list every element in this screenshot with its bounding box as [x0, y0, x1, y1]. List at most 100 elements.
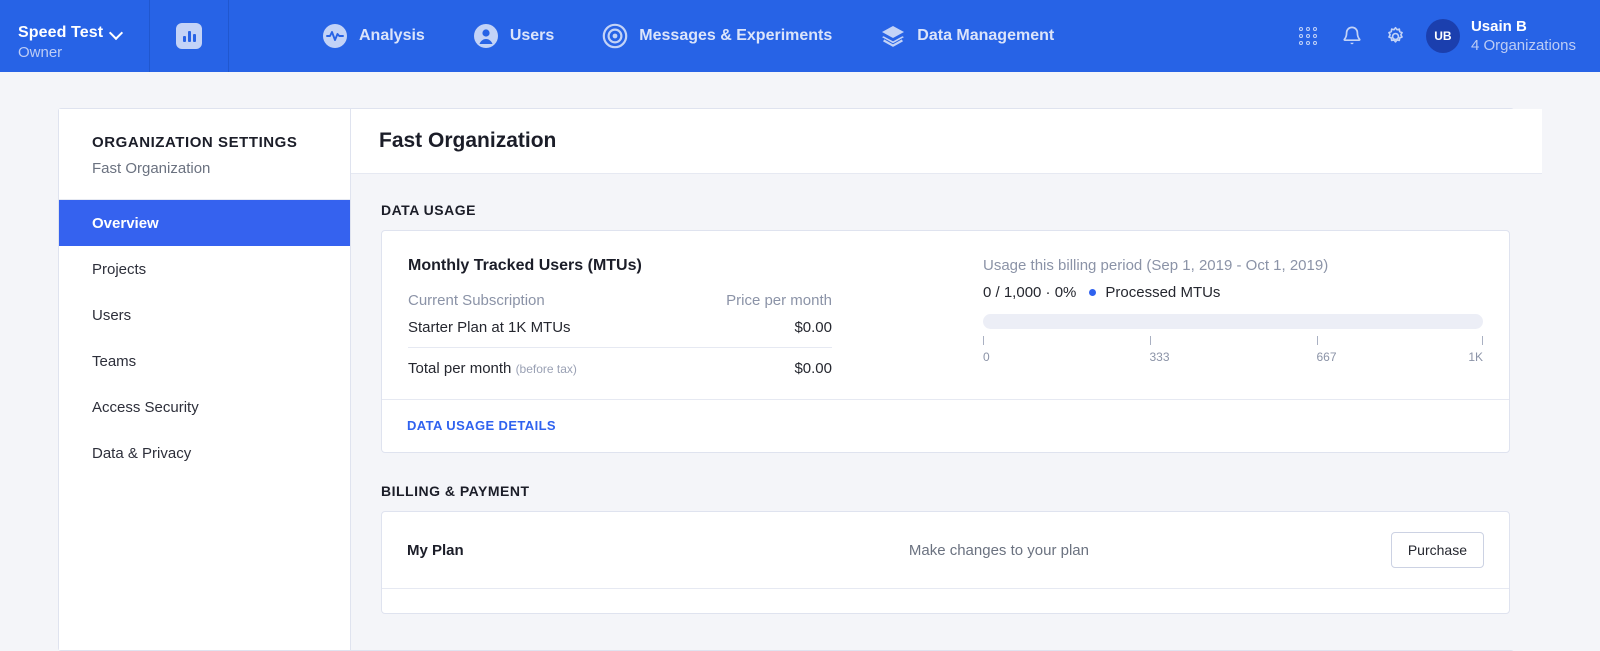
billing-row-my-plan: My Plan Make changes to your plan Purcha… — [382, 512, 1509, 589]
total-price: $0.00 — [794, 360, 832, 377]
axis-tick-label: 0 — [983, 350, 990, 364]
nav-item-label: Data Management — [917, 27, 1055, 44]
axis-tick: 667 — [1316, 336, 1337, 364]
nav-item-messages-experiments[interactable]: Messages & Experiments — [602, 23, 832, 49]
legend-dot-icon — [1089, 289, 1097, 296]
notifications-button[interactable] — [1330, 14, 1374, 58]
axis-tick-label: 1K — [1468, 350, 1483, 364]
settings-sidebar: ORGANIZATION SETTINGS Fast Organization … — [59, 109, 351, 650]
axis-tick-mark — [1316, 336, 1318, 345]
main-header: Fast Organization — [351, 109, 1542, 174]
usage-axis-ticks: 0 333 667 1K — [983, 336, 1483, 368]
sidebar-item-label: Access Security — [92, 398, 199, 416]
sidebar-title: ORGANIZATION SETTINGS — [92, 134, 298, 151]
org-switcher[interactable]: Speed Test Owner — [0, 0, 150, 72]
apps-grid-icon — [1298, 27, 1317, 45]
axis-tick: 333 — [1149, 336, 1170, 364]
sidebar-item-overview[interactable]: Overview — [59, 200, 350, 246]
data-usage-card: Monthly Tracked Users (MTUs) Current Sub… — [381, 230, 1510, 453]
table-row: Starter Plan at 1K MTUs $0.00 — [408, 319, 832, 336]
sidebar-item-label: Projects — [92, 260, 147, 278]
settings-panel: ORGANIZATION SETTINGS Fast Organization … — [58, 108, 1542, 651]
sidebar-item-label: Overview — [92, 214, 159, 232]
usage-stats-value: 0 / 1,000 · 0% — [983, 284, 1077, 301]
billing-row-description: Make changes to your plan — [908, 541, 1089, 559]
bar-chart-icon — [176, 23, 202, 49]
axis-tick: 1K — [1468, 336, 1483, 364]
axis-tick: 0 — [983, 336, 990, 364]
total-label: Total per month (before tax) — [408, 360, 577, 377]
section-label-billing-payment: BILLING & PAYMENT — [381, 483, 530, 499]
sidebar-header: ORGANIZATION SETTINGS Fast Organization — [59, 109, 350, 200]
sidebar-item-users[interactable]: Users — [59, 292, 350, 338]
axis-tick-mark — [1149, 336, 1151, 345]
sidebar-item-data-privacy[interactable]: Data & Privacy — [59, 430, 350, 476]
org-switcher-role: Owner — [18, 43, 63, 61]
page-title: Fast Organization — [379, 129, 557, 152]
data-usage-details-link[interactable]: DATA USAGE DETAILS — [407, 418, 556, 433]
user-organizations-count: 4 Organizations — [1470, 37, 1576, 54]
table-divider — [408, 347, 832, 348]
nav-item-label: Messages & Experiments — [639, 27, 833, 44]
nav-item-data-management[interactable]: Data Management — [880, 23, 1054, 49]
billing-row-label: My Plan — [407, 541, 464, 559]
org-switcher-name: Speed Test — [18, 23, 104, 41]
person-circle-icon — [473, 24, 498, 48]
settings-button[interactable] — [1374, 14, 1418, 58]
data-usage-card-title: Monthly Tracked Users (MTUs) — [408, 257, 642, 274]
notification-bell-icon — [1343, 26, 1361, 44]
data-usage-card-footer: DATA USAGE DETAILS — [382, 399, 1509, 452]
main-content: DATA USAGE Monthly Tracked Users (MTUs) … — [351, 174, 1542, 650]
billing-card: My Plan Make changes to your plan Purcha… — [381, 511, 1510, 614]
nav-item-analysis[interactable]: Analysis — [322, 23, 425, 49]
plan-table-header: Current Subscription Price per month — [408, 292, 832, 309]
apps-grid-button[interactable] — [1286, 14, 1330, 58]
top-navigation-bar: Speed Test Owner Analysis Users Messages… — [0, 0, 1600, 72]
sidebar-subtitle: Fast Organization — [92, 160, 211, 177]
axis-tick-label: 333 — [1149, 350, 1170, 364]
sidebar-item-label: Data & Privacy — [92, 444, 192, 462]
plan-table: Current Subscription Price per month Sta… — [408, 292, 832, 377]
purchase-button[interactable]: Purchase — [1390, 532, 1484, 568]
pulse-circle-icon — [323, 24, 347, 48]
sidebar-item-projects[interactable]: Projects — [59, 246, 350, 292]
user-name: Usain B — [1470, 18, 1527, 35]
usage-stats: 0 / 1,000 · 0% Processed MTUs — [983, 284, 1483, 301]
total-label-note: (before tax) — [515, 362, 577, 376]
axis-tick-label: 667 — [1316, 350, 1337, 364]
nav-item-label: Users — [509, 27, 555, 44]
sidebar-item-teams[interactable]: Teams — [59, 338, 350, 384]
nav-item-users[interactable]: Users — [473, 23, 554, 49]
usage-chart: Usage this billing period (Sep 1, 2019 -… — [858, 257, 1483, 377]
nav-item-label: Analysis — [359, 27, 425, 44]
billing-row-next — [382, 589, 1509, 613]
sidebar-item-access-security[interactable]: Access Security — [59, 384, 350, 430]
table-row-total: Total per month (before tax) $0.00 — [408, 360, 832, 377]
usage-progress-bar — [983, 314, 1483, 329]
axis-tick-mark — [1482, 336, 1483, 345]
sidebar-item-label: Teams — [92, 352, 137, 370]
section-label-data-usage: DATA USAGE — [381, 202, 476, 218]
subscription-summary: Monthly Tracked Users (MTUs) Current Sub… — [408, 257, 858, 377]
settings-gear-icon — [1388, 26, 1404, 43]
avatar[interactable]: UB — [1425, 19, 1460, 53]
app-home-button[interactable] — [150, 0, 229, 72]
primary-nav: Analysis Users Messages & Experiments Da… — [322, 0, 1054, 72]
sidebar-nav: Overview Projects Users Teams Access Sec… — [59, 200, 350, 476]
plan-name: Starter Plan at 1K MTUs — [408, 319, 571, 336]
axis-tick-mark — [983, 336, 984, 345]
sidebar-item-label: Users — [92, 306, 132, 324]
usage-legend-label: Processed MTUs — [1105, 284, 1221, 301]
plan-price: $0.00 — [794, 319, 832, 336]
data-usage-card-body: Monthly Tracked Users (MTUs) Current Sub… — [382, 231, 1509, 399]
settings-main: Fast Organization DATA USAGE Monthly Tra… — [351, 109, 1542, 650]
column-header-price: Price per month — [726, 292, 832, 309]
usage-period-label: Usage this billing period (Sep 1, 2019 -… — [983, 257, 1329, 274]
target-icon — [602, 23, 628, 49]
total-label-text: Total per month — [408, 360, 512, 377]
user-menu[interactable]: Usain B 4 Organizations — [1471, 17, 1576, 55]
column-header-subscription: Current Subscription — [408, 292, 545, 309]
topnav-right-cluster: UB Usain B 4 Organizations — [1286, 0, 1576, 72]
layers-icon — [882, 26, 905, 47]
org-switcher-row: Speed Test — [18, 24, 149, 42]
